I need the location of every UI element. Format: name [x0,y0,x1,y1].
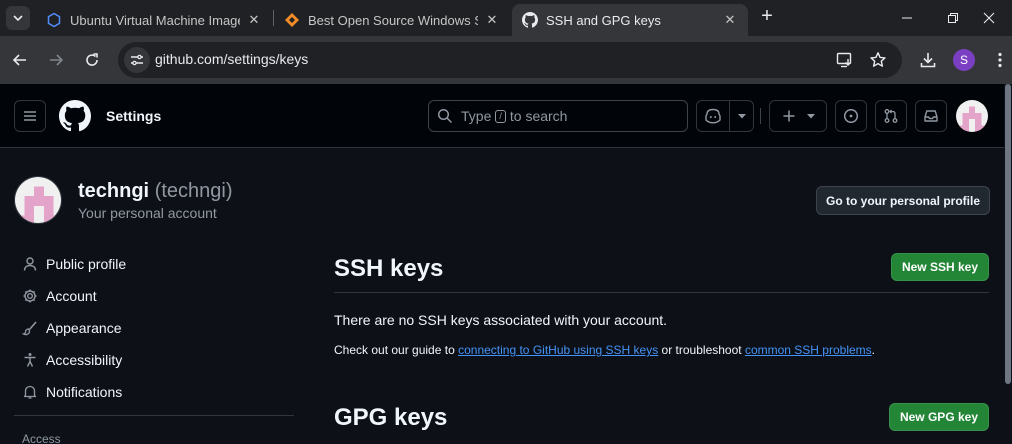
sidebar-item-label: Accessibility [46,352,123,368]
sidebar-item-appearance[interactable]: Appearance [14,313,284,343]
sidebar-item-account[interactable]: Account [14,281,284,311]
sidebar-group-heading: Access [22,432,61,444]
new-tab-button[interactable]: + [756,6,778,28]
minimize-icon [902,17,912,19]
copilot-icon [697,108,729,124]
search-prefix: Type [461,108,492,124]
arrow-left-icon [12,54,26,66]
sidebar-item-label: Public profile [46,256,127,272]
section-divider [334,292,989,293]
back-button[interactable] [8,48,32,72]
header-separator [760,108,761,124]
sidebar-item-notifications[interactable]: Notifications [14,377,284,407]
kebab-menu-icon [998,52,1002,68]
pull-request-icon [884,109,898,123]
account-username: techngi [78,180,150,202]
close-tab-icon[interactable]: ✕ [722,12,738,28]
issues-button[interactable] [835,100,867,132]
tab-title: Best Open Source Windows Software [308,12,478,28]
sidebar-divider [14,415,294,416]
github-icon [522,12,538,28]
sidebar-item-label: Appearance [46,320,122,336]
close-icon [983,12,995,24]
plus-icon [783,110,795,122]
inbox-button[interactable] [915,100,947,132]
inbox-icon [924,110,938,122]
ssh-empty-message: There are no SSH keys associated with yo… [334,312,668,328]
account-avatar [14,176,62,224]
account-handle: (techngi) [154,180,233,202]
guide-suffix: . [871,343,876,357]
guide-prefix: Check out our guide to [334,343,455,357]
new-gpg-key-button[interactable]: New GPG key [889,403,989,431]
copilot-button[interactable] [696,100,754,132]
url-text[interactable]: github.com/settings/keys [155,51,308,67]
header-context-title[interactable]: Settings [106,108,161,124]
hexagon-icon [46,12,62,28]
bookmark-star-icon[interactable] [869,51,887,69]
browser-toolbar: github.com/settings/keys S [0,36,1012,84]
ssh-problems-link[interactable]: common SSH problems [745,343,872,357]
address-bar[interactable]: github.com/settings/keys [118,42,902,78]
hamburger-menu-button[interactable] [14,100,46,132]
github-logo-icon[interactable] [59,100,91,132]
guide-middle: or troubleshoot [661,343,742,357]
person-icon [22,256,38,272]
new-ssh-key-button[interactable]: New SSH key [891,253,989,281]
copilot-dropdown-icon[interactable] [730,113,753,119]
ssh-guide-text: Check out our guide to connecting to Git… [334,343,875,357]
account-subtitle: Your personal account [78,205,217,221]
gpg-keys-heading: GPG keys [334,404,448,431]
close-tab-icon[interactable]: ✕ [484,12,500,28]
tab-search-button[interactable] [6,6,30,30]
ssh-keys-heading: SSH keys [334,255,444,282]
create-new-button[interactable] [769,100,827,132]
browser-tab-ubuntu[interactable]: Ubuntu Virtual Machine Images ✕ [36,4,272,36]
search-icon [437,108,453,124]
bell-icon [22,384,38,400]
gear-icon [22,288,38,304]
download-icon [920,53,936,68]
browser-profile-avatar[interactable]: S [953,49,975,71]
diamond-icon [284,12,300,28]
pull-requests-button[interactable] [875,100,907,132]
downloads-button[interactable] [916,48,940,72]
sidebar-item-label: Notifications [46,384,123,400]
chevron-down-icon [13,15,23,22]
sidebar-item-public-profile[interactable]: Public profile [14,249,284,279]
connecting-ssh-link[interactable]: connecting to GitHub using SSH keys [458,343,658,357]
browser-tab-windows-software[interactable]: Best Open Source Windows Software ✕ [274,4,510,36]
browser-menu-button[interactable] [988,48,1012,72]
sidebar-item-accessibility[interactable]: Accessibility [14,345,284,375]
user-avatar[interactable] [956,100,988,132]
restore-icon [948,13,958,23]
caret-down-icon [807,113,815,118]
minimize-button[interactable] [884,4,930,32]
tab-title: SSH and GPG keys [546,12,661,28]
tune-icon [131,54,143,66]
sidebar-item-label: Account [46,288,97,304]
search-shortcut-key: / [495,109,506,123]
site-info-button[interactable] [124,47,150,73]
tab-title: Ubuntu Virtual Machine Images [70,12,240,28]
install-app-icon[interactable] [836,51,854,69]
reload-icon [86,53,98,66]
issue-icon [843,108,859,124]
hamburger-icon [24,111,36,121]
search-suffix: to search [509,108,568,124]
paintbrush-icon [22,320,38,336]
reload-button[interactable] [80,48,104,72]
forward-button[interactable] [44,48,68,72]
search-input[interactable]: Type / to search [428,100,688,132]
browser-tab-ssh-gpg[interactable]: SSH and GPG keys ✕ [512,4,748,36]
scrollbar-thumb[interactable] [1005,84,1011,384]
arrow-right-icon [50,54,64,66]
go-to-profile-button[interactable]: Go to your personal profile [816,186,990,215]
close-tab-icon[interactable]: ✕ [246,12,262,28]
close-window-button[interactable] [966,4,1012,32]
github-header: Settings Type / to search [0,84,1004,148]
accessibility-icon [22,352,38,368]
browser-tabstrip: Ubuntu Virtual Machine Images ✕ Best Ope… [0,0,1012,36]
account-name[interactable]: techngi (techngi) [78,180,233,203]
